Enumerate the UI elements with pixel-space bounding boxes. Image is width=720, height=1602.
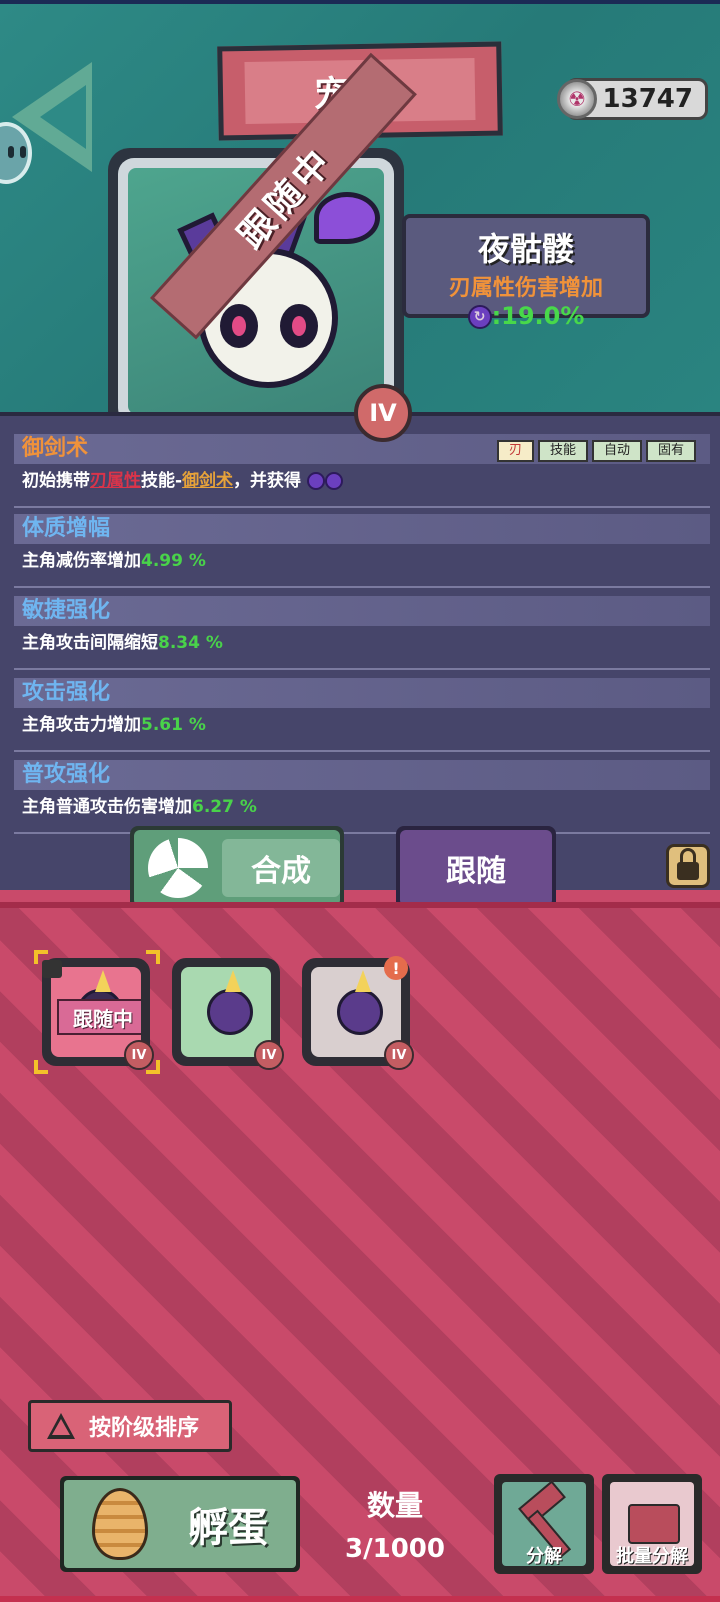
skill-value: 5.61 % [141, 715, 206, 735]
pet-tier-badge: IV [354, 384, 412, 442]
follow-label: 跟随 [400, 830, 552, 906]
skill-desc-text: ，并获得 [233, 471, 302, 491]
skill-value: 4.99 % [141, 551, 206, 571]
skull-eye [280, 304, 318, 348]
skill-row: 攻击强化 主角攻击力增加5.61 % [14, 678, 710, 752]
pet-bonus-desc: 刃属性伤害增加 [448, 276, 603, 301]
decompose-button[interactable]: 分解 [494, 1474, 594, 1574]
pet-thumb [207, 970, 253, 1035]
skill-row: 敏捷强化 主角攻击间隔缩短8.34 % [14, 596, 710, 670]
selection-corner [34, 1060, 48, 1074]
skill-desc-text: 初始携带 [22, 471, 90, 491]
decompose-label: 分解 [526, 1546, 562, 1567]
batch-decompose-button[interactable]: 批量分解 [602, 1474, 702, 1574]
selection-corner [146, 950, 160, 964]
skill-name-link[interactable]: 御剑术 [182, 471, 233, 491]
skill-tag: 技能 [537, 440, 588, 462]
skill-tags: 刃 技能 自动 固有 [496, 440, 696, 462]
combine-label: 合成 [222, 839, 340, 897]
element-icon: ↻ [467, 305, 492, 329]
sort-by-tier-button[interactable]: 按阶级排序 [28, 1400, 232, 1452]
hatch-label: 孵蛋 [188, 1505, 268, 1551]
skull-eye [220, 304, 258, 348]
pet-thumb [337, 970, 383, 1035]
tier-badge: IV [384, 1040, 414, 1070]
lock-icon [677, 848, 699, 880]
skill-title: 体质增幅 [14, 514, 710, 544]
skill-desc-text: 技能- [141, 471, 183, 491]
skill-element-link[interactable]: 刃属性 [90, 471, 141, 491]
skill-row: 御剑术 刃 技能 自动 固有 初始携带刃属性技能-御剑术，并获得 [14, 434, 710, 508]
skill-tag: 固有 [645, 440, 696, 462]
skill-row: 体质增幅 主角减伤率增加4.99 % [14, 514, 710, 588]
hatch-button[interactable]: 孵蛋 [60, 1476, 300, 1572]
skill-tag: 刃 [496, 440, 534, 462]
tier-badge: IV [124, 1040, 154, 1070]
pet-bonus: ↻:19.0% [406, 302, 646, 330]
tier-badge: IV [254, 1040, 284, 1070]
lock-icon [42, 960, 62, 978]
pet-info-box: 夜骷髅 刃属性伤害增加 ↻:19.0% [402, 214, 650, 330]
divider [14, 832, 710, 834]
skill-title: 敏捷强化 [14, 596, 710, 626]
egg-icon [92, 1488, 148, 1560]
triangle-icon [47, 1413, 75, 1439]
skill-value: 8.34 % [158, 633, 223, 653]
avatar-eye [20, 146, 26, 158]
sort-label: 按阶级排序 [89, 1416, 200, 1441]
anvil-icon [628, 1504, 680, 1544]
skill-title: 普攻强化 [14, 760, 710, 790]
skill-desc: 主角减伤率增加4.99 % [14, 544, 710, 580]
divider [14, 586, 710, 588]
coin-amount: 13747 [602, 84, 693, 114]
element-icon [324, 472, 343, 490]
bottom-bar [0, 1596, 720, 1602]
skill-value: 6.27 % [192, 797, 257, 817]
following-tag: 跟随中 [57, 999, 141, 1035]
alert-icon: ! [384, 956, 408, 980]
skill-desc: 初始携带刃属性技能-御剑术，并获得 [14, 464, 710, 500]
combine-button[interactable]: 合成 [130, 826, 344, 910]
pet-flame [314, 192, 380, 244]
coin-counter: ☢ 13747 [557, 78, 708, 120]
divider [14, 750, 710, 752]
lock-button[interactable] [666, 844, 710, 888]
back-arrow-inner [40, 85, 86, 149]
pet-bonus-value: :19.0% [491, 302, 585, 330]
element-icon [306, 472, 325, 490]
pet-name: 夜骷髅 [477, 230, 574, 268]
count-value: 3/1000 [345, 1534, 445, 1564]
skill-desc: 主角普通攻击伤害增加6.27 % [14, 790, 710, 826]
batch-decompose-label: 批量分解 [616, 1546, 688, 1567]
skill-title: 攻击强化 [14, 678, 710, 708]
pet-count: 数量 3/1000 [330, 1484, 460, 1564]
avatar-eye [8, 146, 14, 158]
skill-desc: 主角攻击力增加5.61 % [14, 708, 710, 744]
count-title: 数量 [366, 1489, 423, 1522]
coin-icon: ☢ [557, 79, 597, 119]
skill-desc-text: 主角攻击力增加 [22, 715, 141, 735]
top-bar [0, 0, 720, 4]
divider [14, 506, 710, 508]
skill-desc: 主角攻击间隔缩短8.34 % [14, 626, 710, 662]
skill-desc-text: 主角攻击间隔缩短 [22, 633, 158, 653]
divider [14, 668, 710, 670]
swirl-icon [148, 838, 208, 898]
skill-row: 普攻强化 主角普通攻击伤害增加6.27 % [14, 760, 710, 834]
pet-slot[interactable]: ! IV [302, 956, 414, 1070]
skill-tag: 自动 [591, 440, 642, 462]
pet-slot[interactable]: IV [172, 958, 284, 1070]
skill-desc-text: 主角普通攻击伤害增加 [22, 797, 192, 817]
skill-desc-text: 主角减伤率增加 [22, 551, 141, 571]
follow-button[interactable]: 跟随 [396, 826, 556, 910]
